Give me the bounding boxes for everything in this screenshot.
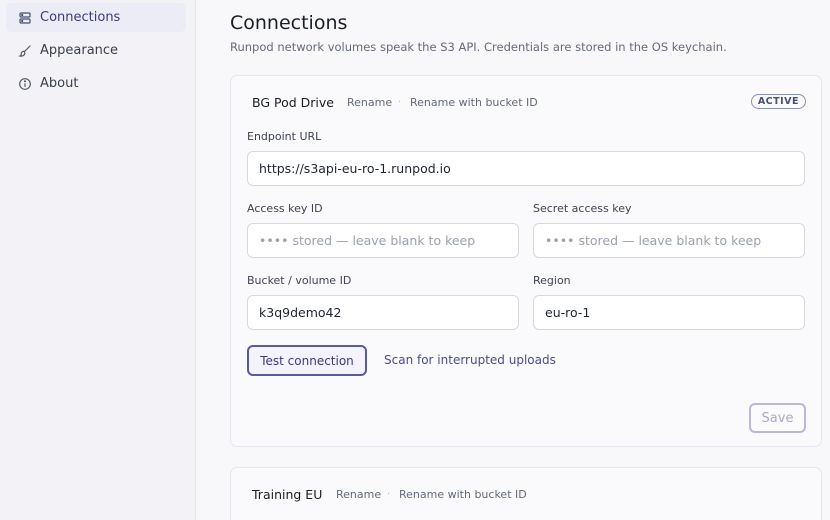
rename-with-bucket-link[interactable]: Rename with bucket ID	[399, 488, 527, 501]
sidebar-item-label: About	[40, 76, 79, 91]
endpoint-label: Endpoint URL	[247, 130, 322, 143]
sidebar-item-connections[interactable]: Connections	[6, 3, 186, 32]
info-icon	[18, 77, 32, 91]
connection-card: Training EU Rename · Rename with bucket …	[230, 467, 822, 520]
server-icon	[18, 11, 32, 25]
save-button[interactable]: Save	[749, 403, 806, 433]
main-content: Connections Runpod network volumes speak…	[197, 0, 830, 520]
region-label: Region	[533, 274, 571, 287]
page-subtitle: Runpod network volumes speak the S3 API.…	[230, 40, 727, 54]
sidebar: Connections Appearance About	[0, 0, 196, 520]
rename-link[interactable]: Rename	[336, 488, 381, 501]
access-key-input[interactable]	[247, 223, 519, 258]
separator-dot: ·	[398, 97, 402, 108]
access-key-label: Access key ID	[247, 202, 323, 215]
sidebar-item-about[interactable]: About	[6, 69, 186, 98]
rename-with-bucket-link[interactable]: Rename with bucket ID	[410, 96, 538, 109]
bucket-label: Bucket / volume ID	[247, 274, 352, 287]
sidebar-item-label: Appearance	[40, 43, 119, 58]
connection-name: BG Pod Drive	[252, 95, 334, 110]
endpoint-input[interactable]	[247, 151, 805, 186]
page-title: Connections	[230, 12, 348, 34]
sidebar-item-label: Connections	[40, 10, 121, 25]
rename-link[interactable]: Rename	[347, 96, 392, 109]
region-input[interactable]	[533, 295, 805, 330]
connection-name: Training EU	[252, 487, 323, 502]
scan-uploads-link[interactable]: Scan for interrupted uploads	[384, 353, 556, 367]
bucket-input[interactable]	[247, 295, 519, 330]
secret-key-label: Secret access key	[533, 202, 632, 215]
connection-card: BG Pod Drive Rename · Rename with bucket…	[230, 75, 822, 447]
status-badge: ACTIVE	[750, 94, 806, 109]
test-connection-button[interactable]: Test connection	[247, 345, 367, 376]
brush-icon	[18, 44, 32, 58]
secret-key-input[interactable]	[533, 223, 805, 258]
separator-dot: ·	[387, 489, 391, 500]
sidebar-item-appearance[interactable]: Appearance	[6, 36, 186, 65]
